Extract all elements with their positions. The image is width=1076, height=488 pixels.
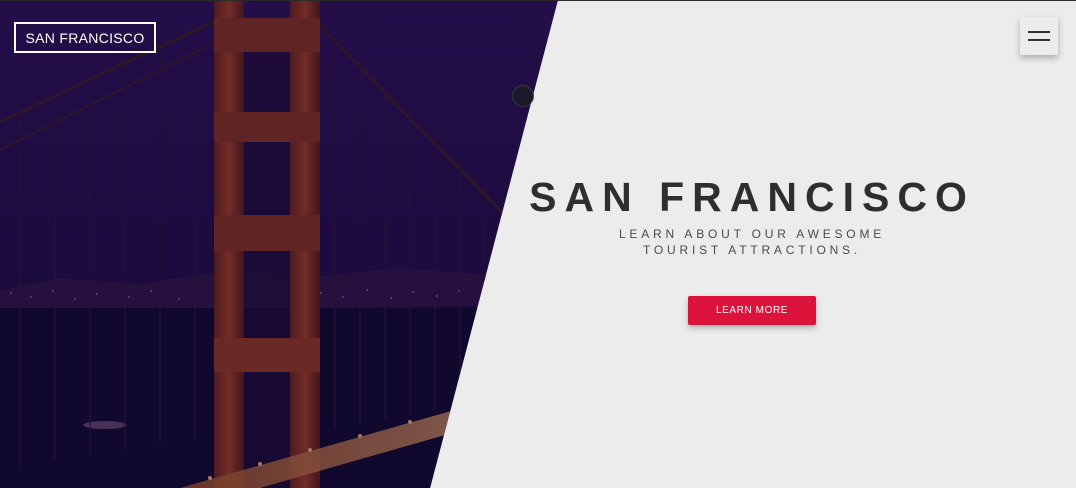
learn-more-button[interactable]: LEARN MORE (688, 296, 816, 325)
hero-content: SAN FRANCISCO LEARN ABOUT OUR AWESOME TO… (522, 174, 982, 325)
hero-subtitle: LEARN ABOUT OUR AWESOME TOURIST ATTRACTI… (618, 227, 886, 257)
hamburger-menu-icon (1028, 31, 1050, 33)
slider-dot[interactable] (512, 85, 534, 107)
menu-button[interactable] (1020, 17, 1058, 55)
hero-title: SAN FRANCISCO (529, 174, 975, 220)
brand-logo[interactable]: SAN FRANCISCO (14, 22, 156, 53)
top-border (0, 0, 1076, 1)
hamburger-menu-icon-bar (1028, 39, 1050, 41)
